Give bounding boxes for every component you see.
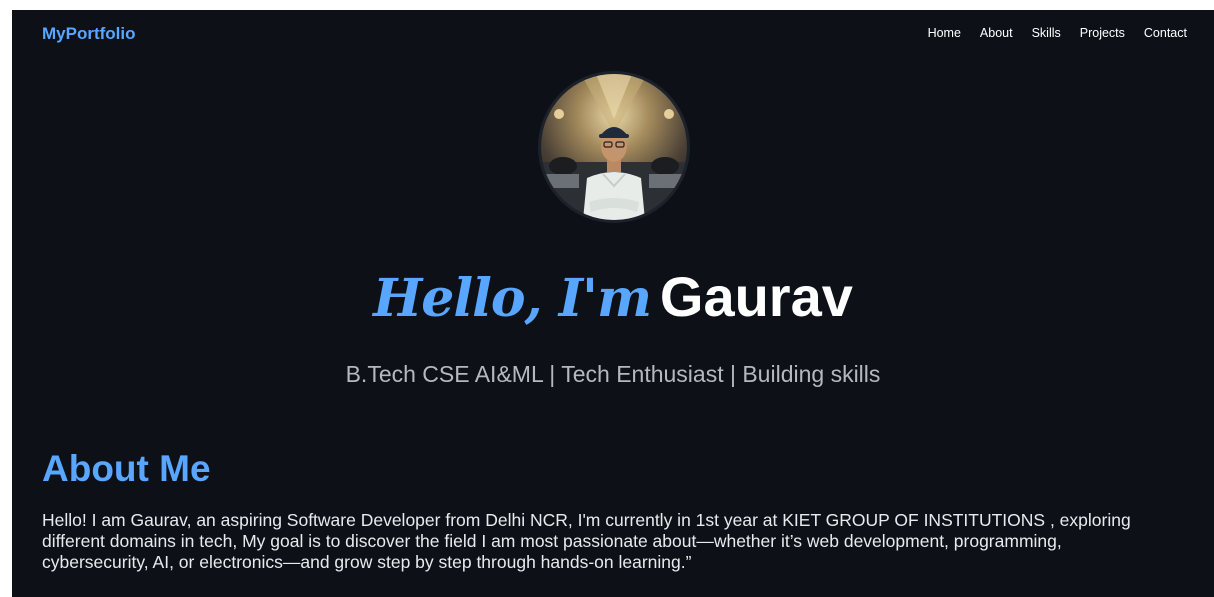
hero-title: Hello, I'm Gaurav xyxy=(12,269,1214,325)
nav-link-home[interactable]: Home xyxy=(928,26,961,40)
about-text: Hello! I am Gaurav, an aspiring Software… xyxy=(42,510,1131,572)
hero-greeting: Hello, I'm xyxy=(373,268,652,330)
nav-link-about[interactable]: About xyxy=(980,26,1013,40)
about-heading: About Me xyxy=(42,448,211,489)
nav-link-contact[interactable]: Contact xyxy=(1144,26,1187,40)
nav-links: Home About Skills Projects Contact xyxy=(928,26,1187,40)
profile-avatar xyxy=(541,74,687,220)
hero-name: Gaurav xyxy=(659,265,853,329)
portfolio-page: MyPortfolio Home About Skills Projects C… xyxy=(12,10,1214,597)
navbar: MyPortfolio Home About Skills Projects C… xyxy=(12,10,1214,58)
profile-photo xyxy=(541,74,687,220)
nav-link-skills[interactable]: Skills xyxy=(1032,26,1061,40)
nav-link-projects[interactable]: Projects xyxy=(1080,26,1125,40)
hero-tagline: B.Tech CSE AI&ML | Tech Enthusiast | Bui… xyxy=(345,361,881,387)
brand-logo[interactable]: MyPortfolio xyxy=(42,24,136,44)
